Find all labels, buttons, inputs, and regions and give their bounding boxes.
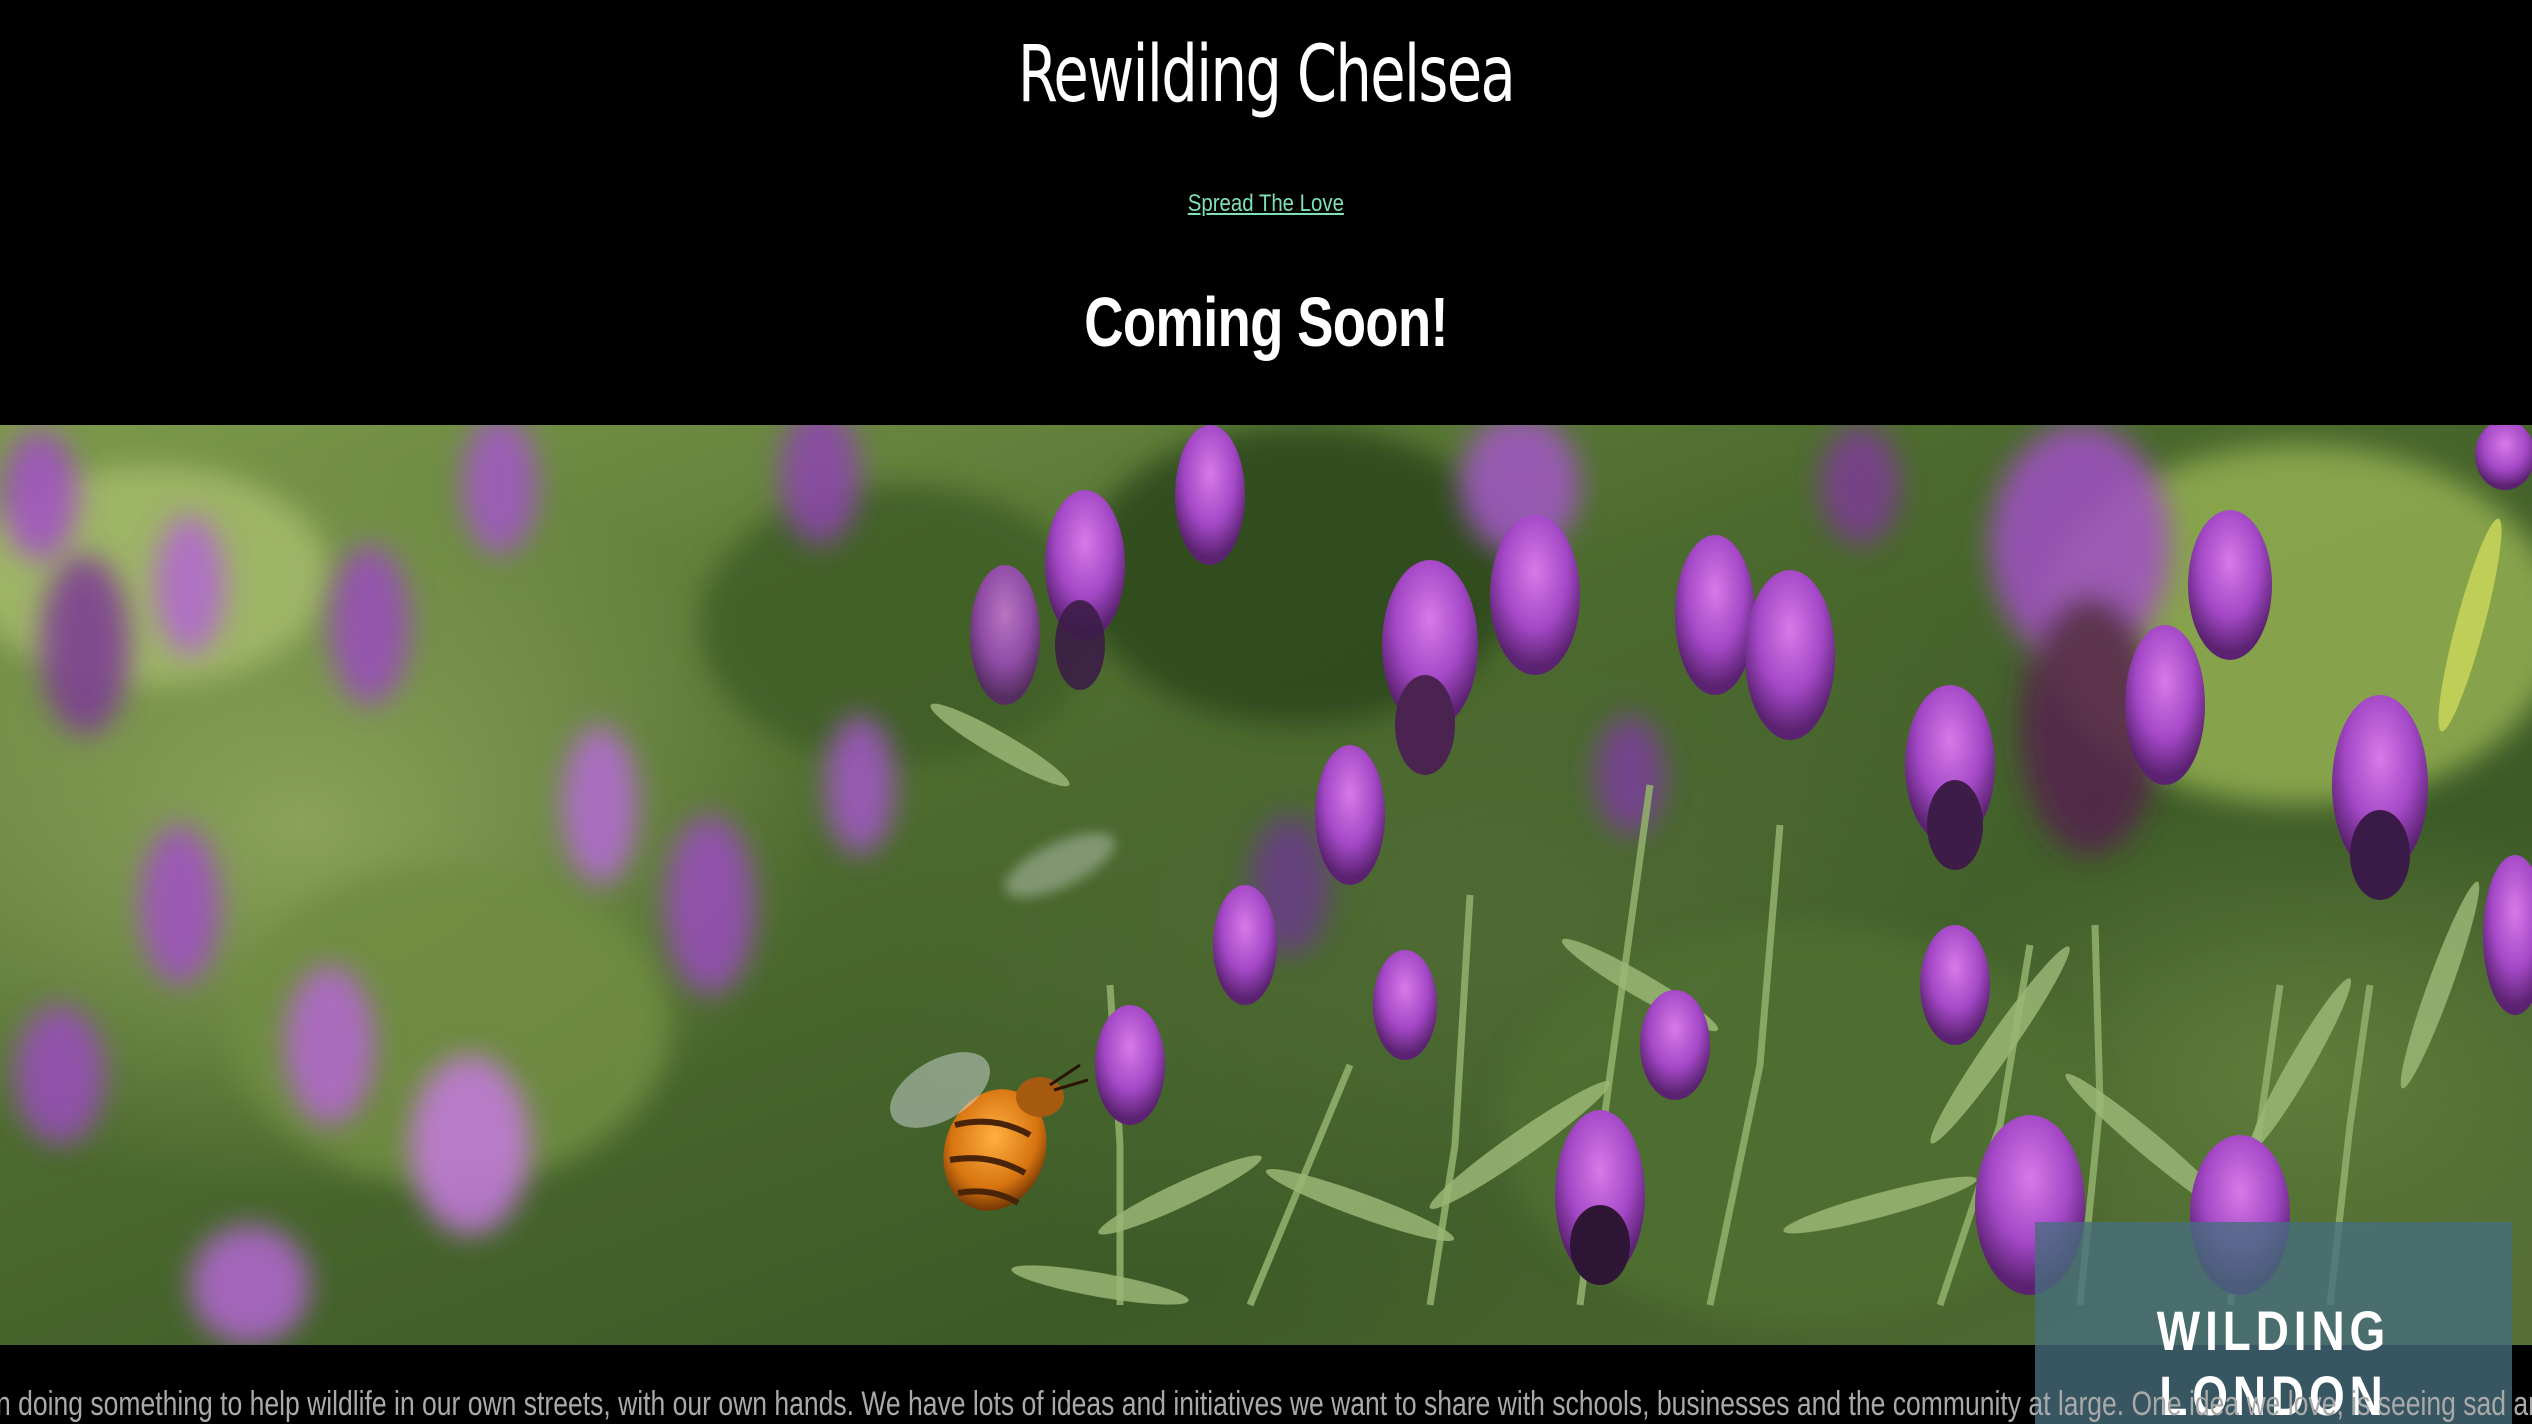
spread-the-love-link[interactable]: Spread The Love <box>1188 190 1344 218</box>
coming-soon-heading: Coming Soon! <box>1084 283 1448 361</box>
lavender-bee-photo-icon <box>0 425 2532 1345</box>
page: Rewilding Chelsea Spread The Love Coming… <box>0 0 2532 1424</box>
spread-the-love-container: Spread The Love <box>0 190 2532 218</box>
hero-image <box>0 425 2532 1345</box>
bee <box>890 832 1116 1211</box>
site-title: Rewilding Chelsea <box>1017 30 1516 120</box>
intro-paragraph: n doing something to help wildlife in ou… <box>0 1385 2532 1423</box>
